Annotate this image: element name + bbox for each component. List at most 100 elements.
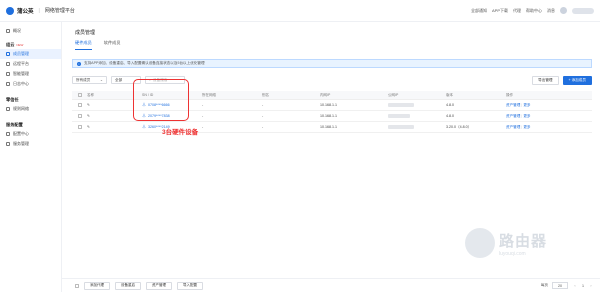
network-icon: ⏃ — [142, 124, 146, 129]
select-value: 全部 — [115, 77, 123, 82]
tab-hardware-members[interactable]: 硬件成员 — [75, 40, 92, 50]
add-member-button[interactable]: + 添加成员 — [562, 75, 592, 85]
top-link-app-download[interactable]: APP下载 — [492, 8, 508, 14]
wan-ip-cell — [385, 125, 443, 129]
sidebar-item-config[interactable]: 配置中心 — [0, 129, 61, 139]
col-wan-ip: 公网IP — [388, 92, 399, 97]
actions-cell: 资产管理|更多 — [506, 102, 531, 107]
notice-banner: i 支持APP添加、设备重启、导入配置确认设备连接状态以及5台以上优化管理 — [72, 59, 592, 68]
edit-icon[interactable]: ✎ — [84, 103, 139, 107]
members-icon — [6, 52, 10, 56]
asset-manage-link[interactable]: 资产管理 — [506, 125, 520, 129]
restart-device-button[interactable]: 设备重启 — [115, 281, 141, 290]
sidebar-item-smart[interactable]: 智能管理 — [0, 69, 61, 79]
page-title: 成员管理 — [75, 30, 96, 36]
select-all-checkbox[interactable] — [78, 93, 82, 97]
alias-cell: - — [262, 103, 264, 107]
wan-ip-cell — [385, 103, 443, 107]
rule-network-icon — [6, 107, 10, 111]
redacted-ip — [388, 103, 414, 107]
col-version: 版本 — [446, 92, 453, 97]
brand-name: 蒲公英 — [17, 8, 34, 15]
sidebar-item-remote[interactable]: 远程平台 — [0, 59, 61, 69]
sidebar-group-title: 服务配置 — [6, 121, 23, 127]
lan-ip-cell: 10.168.1.1 — [320, 114, 337, 118]
edit-icon[interactable]: ✎ — [84, 125, 139, 129]
next-page-icon[interactable]: › — [588, 282, 594, 289]
asset-manage-button[interactable]: 资产管理 — [146, 281, 172, 290]
table-row: ✎ ⏃ 3260****2149 - - 10.168.1.1 3.20.0（4.… — [72, 122, 592, 133]
top-link-agent[interactable]: 代理 — [513, 8, 521, 14]
col-name: 名称 — [87, 92, 94, 97]
sidebar-group-zero-trust: 零信任 — [0, 95, 61, 104]
top-link-notifications[interactable]: 全部通知 — [471, 8, 487, 14]
app-logo[interactable]: 蒲公英 | 网络管理平台 — [6, 6, 75, 15]
notice-text: 支持APP添加、设备重启、导入配置确认设备连接状态以及5台以上优化管理 — [84, 61, 205, 65]
sidebar-item-label: 日志中心 — [13, 81, 29, 86]
info-icon: i — [77, 61, 81, 66]
sidebar-item-label: 远程平台 — [13, 61, 29, 66]
top-link-help[interactable]: 帮助中心 — [526, 8, 542, 14]
user-account-menu[interactable] — [572, 7, 594, 14]
watermark: 路由器 luyouqi.com — [465, 228, 547, 258]
asset-manage-link[interactable]: 资产管理 — [506, 103, 520, 107]
more-link[interactable]: 更多 — [523, 114, 530, 118]
logo-icon — [6, 6, 14, 15]
col-actions: 操作 — [506, 92, 513, 97]
network-cell: - — [202, 114, 204, 118]
current-page[interactable]: 1 — [582, 284, 584, 288]
smart-icon — [6, 72, 10, 76]
sidebar-item-overview[interactable]: 概况 — [0, 26, 61, 36]
sidebar-item-service-mgmt[interactable]: 服务管理 — [0, 139, 61, 149]
add-agent-button[interactable]: 添加代理 — [84, 281, 110, 290]
sidebar-group-title: 组云 — [6, 41, 15, 47]
lan-ip-cell: 10.168.1.1 — [320, 125, 337, 129]
sidebar-item-rule-network[interactable]: 规则网络 — [0, 104, 61, 114]
tab-software-members[interactable]: 软件成员 — [104, 40, 121, 50]
service-icon — [6, 142, 10, 146]
sidebar-item-label: 规则网络 — [13, 106, 29, 111]
top-link-messages[interactable]: 消息 — [547, 8, 555, 14]
sidebar-item-label: 智能管理 — [13, 71, 29, 76]
user-avatar[interactable] — [560, 7, 567, 14]
brand-separator: | — [38, 7, 40, 14]
batch-manage-button[interactable]: 导出管理 — [532, 75, 559, 85]
member-tabs: 硬件成员 软件成员 — [75, 40, 121, 50]
sidebar-group-title: 零信任 — [6, 96, 19, 102]
version-cell: 4.8.0 — [446, 114, 454, 118]
select-value: 所有成员 — [76, 77, 91, 82]
prev-page-icon[interactable]: ‹ — [572, 282, 578, 289]
redacted-ip — [388, 114, 410, 118]
row-checkbox[interactable] — [78, 125, 82, 129]
top-bar: 蒲公英 | 网络管理平台 全部通知 APP下载 代理 帮助中心 消息 — [0, 0, 600, 22]
more-link[interactable]: 更多 — [523, 103, 530, 107]
remote-icon — [6, 62, 10, 66]
brand-subtitle: 网络管理平台 — [44, 8, 75, 14]
col-alias: 别名 — [262, 92, 269, 97]
version-cell: 4.8.0 — [446, 103, 454, 107]
footer-select-all-checkbox[interactable] — [75, 283, 79, 288]
page-size-select[interactable]: 20 — [552, 282, 568, 289]
network-cell: - — [202, 103, 204, 107]
config-icon — [6, 132, 10, 136]
actions-cell: 资产管理|更多 — [506, 124, 531, 129]
chevron-down-icon: ⌄ — [99, 78, 103, 82]
version-cell: 3.20.0（4.8.0） — [446, 124, 472, 129]
more-link[interactable]: 更多 — [523, 125, 530, 129]
row-checkbox[interactable] — [78, 114, 82, 118]
sidebar-group-services: 服务配置 — [0, 120, 61, 129]
sidebar: 概况 组云 NEW 成员管理 远程平台 智能管理 日志中心 零信任 规则网络 服… — [0, 22, 62, 292]
import-config-button[interactable]: 导入配置 — [177, 281, 203, 290]
member-type-select[interactable]: 所有成员 ⌄ — [72, 76, 107, 84]
alias-cell: - — [262, 125, 264, 129]
alias-cell: - — [262, 114, 264, 118]
edit-icon[interactable]: ✎ — [84, 114, 139, 118]
sidebar-item-members[interactable]: 成员管理 — [0, 49, 61, 59]
asset-manage-link[interactable]: 资产管理 — [506, 114, 520, 118]
watermark-title: 路由器 — [499, 232, 548, 250]
sidebar-item-logs[interactable]: 日志中心 — [0, 79, 61, 89]
lan-ip-cell: 10.168.1.1 — [320, 103, 337, 107]
sidebar-item-label: 概况 — [13, 28, 21, 33]
row-checkbox[interactable] — [78, 103, 82, 107]
actions-cell: 资产管理|更多 — [506, 113, 531, 118]
